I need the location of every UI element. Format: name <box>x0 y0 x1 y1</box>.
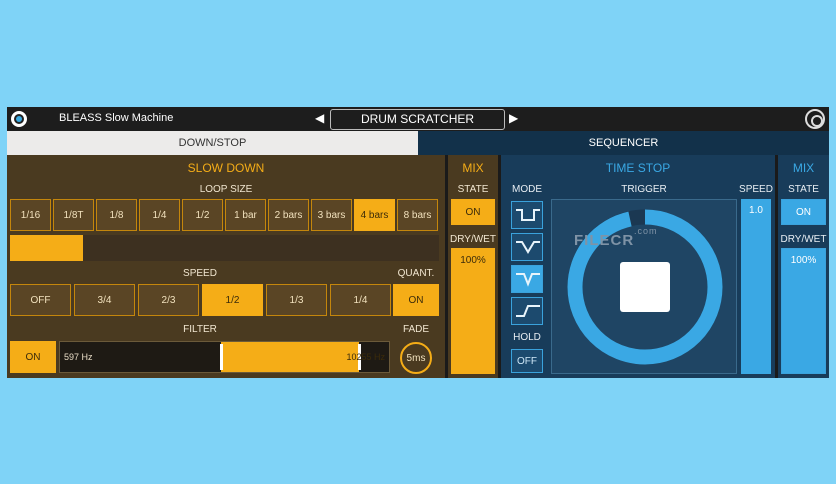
preset-selector[interactable]: DRUM SCRATCHER <box>330 109 505 130</box>
loop-size-option[interactable]: 1/8 <box>96 199 137 231</box>
hold-label: HOLD <box>513 332 541 343</box>
speed-option[interactable]: 1/2 <box>202 284 263 316</box>
fade-knob[interactable]: 5ms <box>400 342 432 374</box>
watermark-domain: .com <box>634 226 658 236</box>
title-bar: BLEASS Slow Machine ◀ DRUM SCRATCHER ▶ <box>7 107 829 131</box>
loop-size-option[interactable]: 4 bars <box>354 199 395 231</box>
loop-size-option[interactable]: 1/4 <box>139 199 180 231</box>
filter-on-toggle[interactable]: ON <box>10 341 56 373</box>
quant-toggle[interactable]: ON <box>393 284 439 316</box>
time-stop-panel: TIME STOP MODE TRIGGER SPEED HOLD OFF 1.… <box>501 155 775 378</box>
mode-shape-4-icon[interactable] <box>511 297 543 325</box>
loop-size-label: LOOP SIZE <box>199 184 253 195</box>
trigger-label: TRIGGER <box>621 184 667 195</box>
mix-right-state-toggle[interactable]: ON <box>781 199 826 225</box>
mix-right-drywet-label: DRY/WET <box>780 234 827 245</box>
slow-down-panel: SLOW DOWN LOOP SIZE SPEED QUANT. ON FILT… <box>7 155 445 378</box>
stop-square-icon[interactable] <box>620 262 670 312</box>
mix-right-title: MIX <box>792 161 815 175</box>
speed-option[interactable]: 1/3 <box>266 284 327 316</box>
filter-label: FILTER <box>183 324 217 335</box>
bleass-logo-icon[interactable] <box>11 111 27 127</box>
loop-size-option[interactable]: 1/2 <box>182 199 223 231</box>
time-stop-speed-slider[interactable]: 1.0 <box>741 199 771 374</box>
loop-size-option[interactable]: 1 bar <box>225 199 266 231</box>
mode-label: MODE <box>512 184 542 195</box>
loop-size-option[interactable]: 3 bars <box>311 199 352 231</box>
app-name: BLEASS Slow Machine <box>59 112 174 124</box>
loop-progress-fill <box>10 235 83 261</box>
quant-label: QUANT. <box>397 268 435 279</box>
speed-value: 1.0 <box>749 205 763 216</box>
next-preset-icon[interactable]: ▶ <box>509 111 518 125</box>
mix-left-drywet-slider[interactable]: 100% <box>451 248 495 374</box>
fade-label: FADE <box>402 324 430 335</box>
mix-right-panel: MIX STATE ON DRY/WET 100% <box>778 155 829 378</box>
filter-low-handle[interactable] <box>220 344 223 370</box>
mix-left-state-toggle[interactable]: ON <box>451 199 495 225</box>
time-stop-title: TIME STOP <box>605 161 671 175</box>
settings-gear-icon[interactable] <box>805 109 825 129</box>
mix-left-panel: MIX STATE ON DRY/WET 100% <box>448 155 498 378</box>
mix-right-drywet-slider[interactable]: 100% <box>781 248 826 374</box>
hold-toggle[interactable]: OFF <box>511 349 543 373</box>
mix-left-drywet-label: DRY/WET <box>450 234 496 245</box>
watermark: FILECR .com <box>574 226 657 249</box>
loop-progress-track <box>10 235 439 261</box>
filter-range-fill <box>221 342 359 372</box>
speed-label: SPEED <box>183 268 217 279</box>
loop-size-option[interactable]: 8 bars <box>397 199 438 231</box>
tab-sequencer[interactable]: SEQUENCER <box>418 131 829 155</box>
filter-range-slider[interactable]: 597 Hz 10255 Hz <box>59 341 390 373</box>
filter-low-value: 597 Hz <box>64 352 93 362</box>
mix-left-state-label: STATE <box>457 184 489 195</box>
loop-size-option[interactable]: 1/8T <box>53 199 94 231</box>
speed-option[interactable]: 3/4 <box>74 284 135 316</box>
speed-option[interactable]: 2/3 <box>138 284 199 316</box>
speed-option[interactable]: 1/4 <box>330 284 391 316</box>
prev-preset-icon[interactable]: ◀ <box>315 111 324 125</box>
filter-high-value: 10255 Hz <box>346 352 385 362</box>
speed-option[interactable]: OFF <box>10 284 71 316</box>
mode-shape-2-icon[interactable] <box>511 233 543 261</box>
tab-bar: DOWN/STOP SEQUENCER <box>7 131 829 155</box>
loop-size-option[interactable]: 1/16 <box>10 199 51 231</box>
mode-shape-1-icon[interactable] <box>511 201 543 229</box>
mix-right-state-label: STATE <box>788 184 819 195</box>
tab-down-stop[interactable]: DOWN/STOP <box>7 131 418 155</box>
slow-down-title: SLOW DOWN <box>187 161 265 175</box>
mix-left-title: MIX <box>462 161 484 175</box>
mode-shape-3-icon[interactable] <box>511 265 543 293</box>
loop-size-option[interactable]: 2 bars <box>268 199 309 231</box>
plugin-window: BLEASS Slow Machine ◀ DRUM SCRATCHER ▶ D… <box>7 107 829 378</box>
watermark-text: FILECR <box>574 232 635 249</box>
speed-label: SPEED <box>739 184 773 195</box>
